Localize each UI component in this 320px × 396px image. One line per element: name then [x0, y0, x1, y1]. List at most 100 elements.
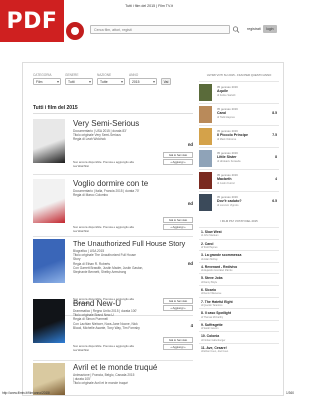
filter-select[interactable]: Film — [33, 78, 61, 85]
filter-select[interactable]: 2015 — [129, 78, 157, 85]
review-thumbnail[interactable] — [199, 106, 212, 123]
ranking-title[interactable]: 11. Ave, Cesare! — [201, 346, 227, 350]
seen-button[interactable]: Già lo hai visto — [163, 152, 193, 158]
review-film-title[interactable]: Macbeth — [217, 177, 232, 181]
search-input[interactable]: Cerca film, attori, registi — [90, 25, 230, 34]
ranking-item[interactable]: 8. Il caso Spotlight di Thomas McCarthy — [199, 308, 279, 320]
review-film-title[interactable]: Carol — [217, 111, 226, 115]
divider — [33, 236, 193, 237]
film-meta: Documentario | Italia, Francia 2015 | du… — [73, 189, 173, 197]
filter-year[interactable]: Anno 2015 — [129, 73, 157, 85]
film-meta-line: Regia di Leah Wolchok — [73, 137, 106, 142]
review-thumbnail[interactable] — [199, 128, 212, 145]
film-item: Brand New-U Drammatico | Regno Unito 201… — [33, 299, 193, 361]
ranking-title[interactable]: 3. La grande scommessa — [201, 253, 241, 257]
film-title[interactable]: The Unauthorized Full House Story — [73, 239, 185, 248]
ranking-item[interactable]: 10. Colonia di Florian Gallenberger — [199, 331, 279, 343]
seen-button[interactable]: Già lo hai visto — [163, 337, 193, 343]
review-film-title[interactable]: Aquile — [217, 89, 228, 93]
film-meta-line: Regia di Marco Colombo — [73, 193, 109, 198]
filter-select[interactable]: Tutti — [65, 78, 93, 85]
review-thumbnail[interactable] — [199, 150, 212, 167]
review-score: 8 — [275, 155, 277, 159]
film-actions: Già lo hai visto + Aggiungi + — [163, 217, 193, 231]
ranking-item[interactable]: 5. Steve Jobs di Danny Boyle — [199, 273, 279, 285]
film-poster[interactable] — [33, 239, 65, 283]
ranking-item[interactable]: 6. Sicario di Denis Villeneuve — [199, 284, 279, 297]
review-score: 7.5 — [272, 133, 277, 137]
film-meta-line: Blood, Michelle Asante, Tony Way, Tim Fo… — [73, 325, 140, 330]
film-meta: Documentario | USA 2015 | durata 83' Tit… — [73, 129, 173, 142]
sidebar-review-item[interactable]: 05 gennaio 2016 Aquile di Felice Sartelli — [199, 81, 279, 103]
ranking-item[interactable]: 11. Ave, Cesare! di Ethan Coen, Joel Coen — [199, 342, 279, 355]
note-line: tua Watchlist — [73, 347, 89, 352]
ranking-title[interactable]: 5. Steve Jobs — [201, 276, 223, 280]
film-poster[interactable] — [33, 119, 65, 163]
seen-button[interactable]: Già lo hai visto — [163, 217, 193, 223]
ranking-title[interactable]: 4. Revenant - Redivivo — [201, 265, 237, 269]
film-actions: Già lo hai visto + Aggiungi + — [163, 152, 193, 166]
filter-country[interactable]: Nazione Tutte — [97, 73, 125, 85]
film-meta: Animazione | Francia, Belgio, Canada 201… — [73, 373, 173, 386]
divider — [33, 174, 193, 175]
ranking-item[interactable]: 9. Suffragette di Sarah Gavron — [199, 319, 279, 332]
review-director: di Todd Haynes — [217, 116, 235, 119]
film-rating: 4 — [190, 323, 193, 328]
ranking-director: di Sarah Gavron — [201, 327, 219, 331]
filter-label: Genere — [65, 73, 79, 77]
ranking-title[interactable]: 7. The Hateful Eight — [201, 300, 233, 304]
main-content: Categoria Film Genere Tutti Nazione Tutt… — [22, 62, 284, 396]
ranking-title[interactable]: 8. Il caso Spotlight — [201, 311, 231, 315]
filter-label: Anno — [129, 73, 139, 77]
ranking-title[interactable]: 1. Slow West — [201, 230, 222, 234]
review-thumbnail[interactable] — [199, 194, 212, 211]
add-watchlist-button[interactable]: + Aggiungi + — [163, 344, 193, 351]
sidebar-review-item[interactable]: 05 gennaio 2016 Il Piccolo Principe di Mar… — [199, 125, 279, 147]
review-film-title[interactable]: Dov'è caduto? — [217, 199, 242, 203]
review-film-title[interactable]: Il Piccolo Principe — [217, 133, 248, 137]
sidebar-review-item[interactable]: 05 gennaio 2016 Dov'è caduto? di Lorenzo V… — [199, 191, 279, 213]
sidebar: Ultimi voti su 2015 - Film per questo An… — [199, 73, 279, 355]
site-header: Cerca film, attori, registi registrati l… — [64, 20, 282, 42]
ranking-item[interactable]: 3. La grande scommessa di Adam McKay — [199, 250, 279, 262]
divider — [33, 113, 193, 114]
film-title[interactable]: Voglio dormire con te — [73, 179, 148, 188]
ranking-title[interactable]: 9. Suffragette — [201, 323, 223, 327]
ranking-title[interactable]: 2. Carol — [201, 242, 213, 246]
sidebar-review-item[interactable]: 05 gennaio 2016 Little Sister di Hirokazu … — [199, 147, 279, 169]
film-title[interactable]: Very Semi-Serious — [73, 119, 139, 128]
site-logo[interactable] — [66, 22, 84, 40]
ranking-item[interactable]: 2. Carol di Todd Haynes — [199, 238, 279, 251]
add-watchlist-button[interactable]: + Aggiungi + — [163, 224, 193, 231]
go-button[interactable]: Vai — [161, 77, 171, 85]
search-icon[interactable] — [232, 25, 240, 34]
review-thumbnail[interactable] — [199, 84, 212, 101]
film-rating: nd — [187, 201, 193, 206]
sidebar-review-item[interactable]: 05 gennaio 2016 Macbeth di Justin Kurzel 4 — [199, 169, 279, 191]
film-meta: Drammatico | Regno Unito 2015 | durata 1… — [73, 309, 173, 330]
register-link[interactable]: registrati — [247, 27, 261, 31]
review-film-title[interactable]: Little Sister — [217, 155, 237, 159]
film-title[interactable]: Avril et le monde truqué — [73, 363, 157, 372]
ranking-title[interactable]: 6. Sicario — [201, 288, 216, 292]
sidebar-heading: Ultimi voti su 2015 - Film per questo An… — [206, 73, 272, 77]
ranking-item[interactable]: 7. The Hateful Eight di Quentin Tarantino — [199, 296, 279, 309]
ranking-title[interactable]: 10. Colonia — [201, 334, 219, 338]
film-meta-line: Stephanie Bennett, Shelby Armstrong — [73, 270, 127, 275]
film-item: Avril et le monde truqué Animazione | Fr… — [33, 363, 193, 395]
ranking-item[interactable]: 4. Revenant - Redivivo di Alejandro Gonzá… — [199, 261, 279, 274]
sidebar-review-item[interactable]: 05 gennaio 2016 Carol di Todd Haynes 8.5 — [199, 103, 279, 125]
filter-select[interactable]: Tutte — [97, 78, 125, 85]
film-title[interactable]: Brand New-U — [73, 299, 121, 308]
review-director: di Felice Sartelli — [217, 94, 236, 97]
filter-genre[interactable]: Genere Tutti — [65, 73, 93, 85]
filter-category[interactable]: Categoria Film — [33, 73, 61, 85]
add-watchlist-button[interactable]: + Aggiungi + — [163, 159, 193, 166]
login-button[interactable]: login — [263, 25, 277, 33]
film-poster[interactable] — [33, 179, 65, 223]
film-actions: Già lo hai visto + Aggiungi + — [163, 337, 193, 351]
ranking-item[interactable]: 1. Slow West di John Maclean — [199, 227, 279, 239]
review-thumbnail[interactable] — [199, 172, 212, 189]
film-poster[interactable] — [33, 299, 65, 343]
ranking-director: di Danny Boyle — [201, 280, 218, 284]
